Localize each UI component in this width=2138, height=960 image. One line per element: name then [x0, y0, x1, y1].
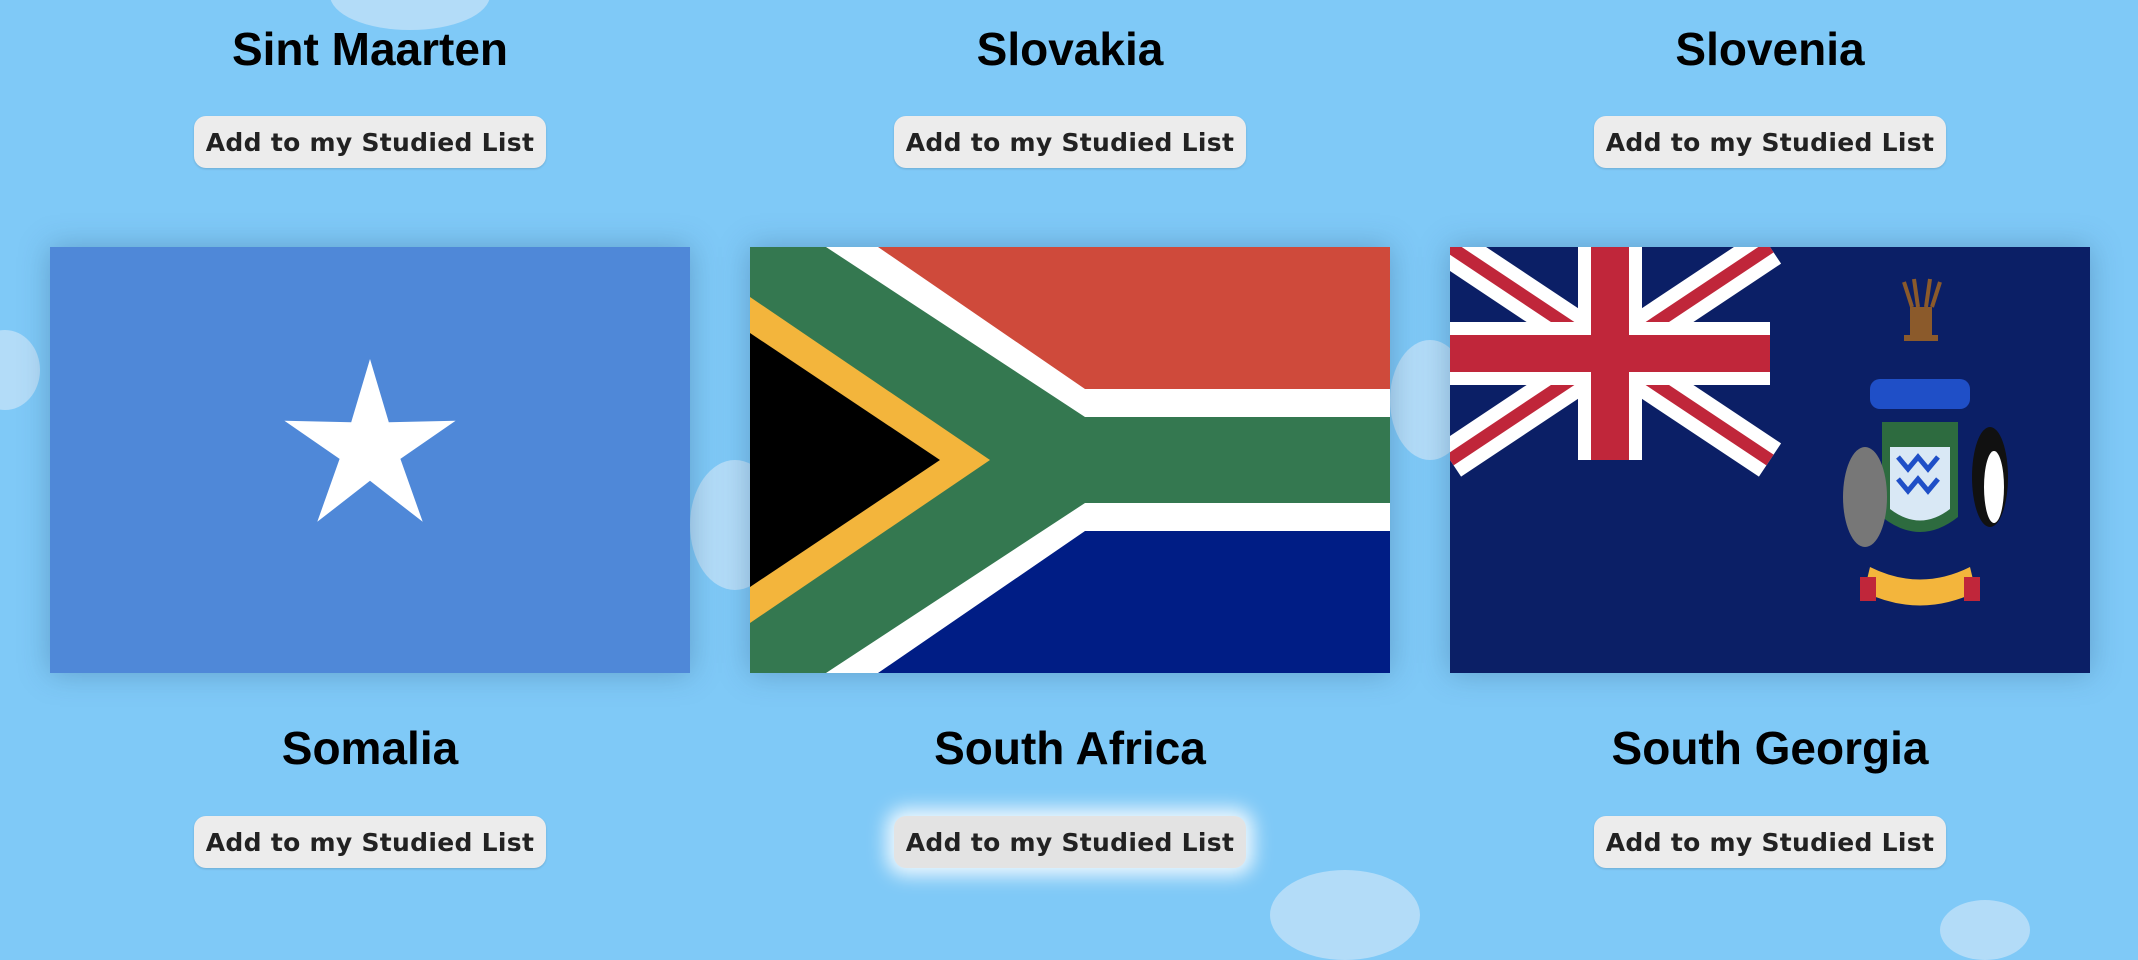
- country-name: South Georgia: [1611, 722, 1929, 774]
- country-name: South Africa: [934, 722, 1206, 774]
- add-to-studied-list-button[interactable]: Add to my Studied List: [194, 816, 546, 868]
- add-to-studied-list-button[interactable]: Add to my Studied List: [1594, 116, 1946, 168]
- country-name: Somalia: [281, 722, 459, 774]
- add-to-studied-list-button[interactable]: Add to my Studied List: [1594, 816, 1946, 868]
- south-africa-flag-icon[interactable]: [750, 247, 1390, 673]
- add-to-studied-list-button[interactable]: Add to my Studied List: [894, 816, 1246, 868]
- south-georgia-flag-icon[interactable]: [1450, 247, 2090, 673]
- country-name: Sint Maarten: [231, 23, 509, 75]
- country-name: Slovakia: [976, 23, 1164, 75]
- country-name: Slovenia: [1675, 23, 1865, 75]
- add-to-studied-list-button[interactable]: Add to my Studied List: [894, 116, 1246, 168]
- somalia-flag-icon[interactable]: [50, 247, 690, 673]
- add-to-studied-list-button[interactable]: Add to my Studied List: [194, 116, 546, 168]
